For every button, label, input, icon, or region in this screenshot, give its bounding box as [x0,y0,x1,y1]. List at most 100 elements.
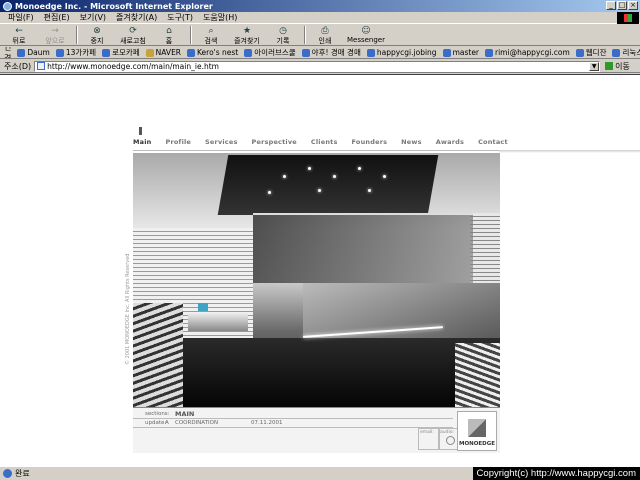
page-icon [187,48,196,57]
search-icon: ⌕ [208,26,214,36]
link-text: 아이러브스쿨 [254,48,296,57]
page-icon [575,48,584,57]
close-button[interactable]: × [628,1,638,10]
nav-profile[interactable]: Profile [166,138,192,146]
toolbar-separator [76,26,78,44]
favorites-label: 즐겨찾기 [234,37,260,45]
reception-desk [188,313,248,331]
link-daum[interactable]: Daum [17,48,50,57]
links-label: 연결 [4,47,12,59]
back-label: 뒤로 [12,37,26,45]
minimize-button[interactable]: _ [606,1,616,10]
print-icon: ⎙ [321,26,329,36]
nav-main[interactable]: Main [133,138,152,146]
clock-icon [446,436,455,445]
site-nav: Main Profile Services Perspective Client… [133,138,522,146]
menu-view[interactable]: 보기(V) [80,12,106,23]
address-bar: 주소(D) http://www.monoedge.com/main/main_… [0,60,640,73]
link-text: happycgi.jobing [376,48,437,57]
menu-help[interactable]: 도움말(H) [203,12,237,23]
nav-awards[interactable]: Awards [436,138,464,146]
forward-label: 앞으로 [45,37,65,45]
page-icon [301,48,310,57]
update-date: 07.11.2001 [251,420,283,426]
back-arrow-icon: ← [15,26,23,36]
page-icon [37,62,46,70]
maximize-button[interactable]: □ [617,1,627,10]
window-controls: _ □ × [606,1,638,10]
page-icon [612,48,621,57]
refresh-label: 새로고침 [120,37,146,45]
nav-services[interactable]: Services [205,138,238,146]
info-row-sections: sections: MAIN [133,410,453,419]
print-button[interactable]: ⎙ 인쇄 [310,25,340,46]
page-icon [442,48,451,57]
menu-tools[interactable]: 도구(T) [167,12,193,23]
search-button[interactable]: ⌕ 검색 [196,25,226,46]
back-button[interactable]: ← 뒤로 [4,25,34,46]
update-value: COORDINATION [175,420,219,426]
dark-floor [133,338,500,407]
link-linux[interactable]: 리눅스 [612,47,640,58]
toolbar-separator [304,26,306,44]
link-yahoo-auction[interactable]: 야후! 경매 경매 [301,47,361,58]
link-keros-nest[interactable]: Kero's nest [187,48,238,57]
link-rimi-email[interactable]: rimi@happycgi.com [485,48,570,57]
refresh-button[interactable]: ⟳ 새로고침 [118,25,148,46]
history-button[interactable]: ◷ 기록 [268,25,298,46]
nav-clients[interactable]: Clients [311,138,338,146]
email-box[interactable]: email: [418,428,440,450]
nav-perspective[interactable]: Perspective [252,138,297,146]
page-icon [244,48,253,57]
home-label: 홈 [165,37,173,45]
link-iloveschool[interactable]: 아이러브스쿨 [244,47,296,58]
ceiling-light [368,189,371,192]
go-label: 이동 [615,61,630,71]
messenger-button[interactable]: ☺ Messenger [346,25,386,44]
page-icon [485,48,494,57]
link-lomo-cafe[interactable]: 로모카페 [102,47,140,58]
link-happycgi-jobing[interactable]: happycgi.jobing [366,48,437,57]
menu-favorites[interactable]: 즐겨찾기(A) [116,12,157,23]
naver-icon [145,48,154,57]
link-text: 야후! 경매 경매 [311,48,361,57]
nav-news[interactable]: News [401,138,422,146]
nav-founders[interactable]: Founders [352,138,388,146]
title-bar: Monoedge Inc. - Microsoft Internet Explo… [0,0,640,12]
home-button[interactable]: ⌂ 홈 [154,25,184,46]
ceiling-light [318,189,321,192]
info-row-update: update: A COORDINATION 07.11.2001 [133,419,453,428]
address-input[interactable]: http://www.monoedge.com/main/main_ie.htm… [34,60,601,72]
nav-contact[interactable]: Contact [478,138,508,146]
update-marker: A [165,420,169,426]
go-button[interactable]: 이동 [605,61,630,72]
link-text: 웹디잔 [585,48,607,57]
nav-shadow [499,150,640,153]
link-text: 13가카페 [65,48,97,57]
links-bar: 연결 Daum 13가카페 로모카페 NAVER Kero's nest 아이러… [0,47,640,59]
stop-button[interactable]: ⊗ 중지 [82,25,112,46]
render-copyright: © 2001 MONOEDGE Inc. All Rights Reserved [125,253,131,365]
address-label: 주소(D) [4,61,32,71]
history-icon: ◷ [279,26,287,36]
update-label: update: [145,420,167,426]
menu-edit[interactable]: 편집(E) [44,12,70,23]
page-done-icon [3,469,12,478]
link-13-cafe[interactable]: 13가카페 [55,47,97,58]
address-dropdown-button[interactable]: ▼ [589,61,600,71]
forward-arrow-icon: → [51,26,59,36]
forward-button[interactable]: → 앞으로 [40,25,70,46]
page-viewport: Main Profile Services Perspective Client… [0,74,640,466]
link-naver[interactable]: NAVER [145,48,181,57]
history-label: 기록 [276,37,290,45]
link-webdesign[interactable]: 웹디잔 [575,47,607,58]
link-master[interactable]: master [442,48,479,57]
audio-label: audio: [440,430,454,435]
status-bar: 완료 Copyright(c) http://www.happycgi.com [0,466,640,480]
info-panel: sections: MAIN update: A COORDINATION 07… [133,407,500,453]
standard-toolbar: ← 뒤로 → 앞으로 ⊗ 중지 ⟳ 새로고침 ⌂ 홈 ⌕ 검색 ★ 즐겨찾기 ◷… [0,25,640,46]
favorites-button[interactable]: ★ 즐겨찾기 [232,25,262,46]
stop-label: 중지 [90,37,104,45]
menu-file[interactable]: 파일(F) [8,12,34,23]
monoedge-logo[interactable]: MONOEDGE [457,411,497,451]
